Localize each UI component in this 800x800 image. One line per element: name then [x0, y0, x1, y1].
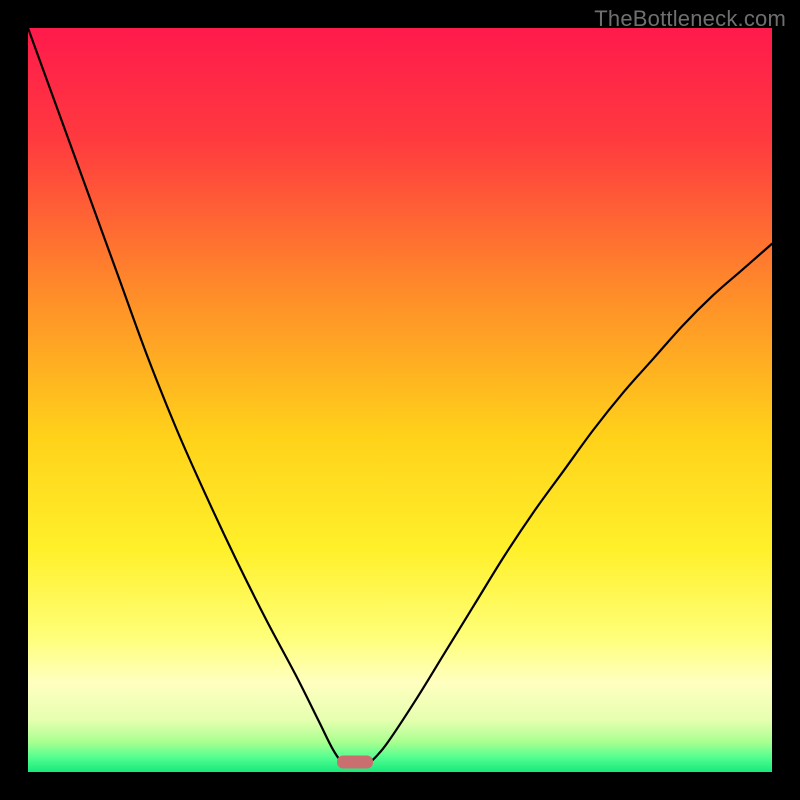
optimum-marker	[337, 756, 373, 769]
plot-area	[28, 28, 772, 772]
bottleneck-curve	[28, 28, 772, 772]
chart-frame: TheBottleneck.com	[0, 0, 800, 800]
watermark-text: TheBottleneck.com	[594, 6, 786, 32]
